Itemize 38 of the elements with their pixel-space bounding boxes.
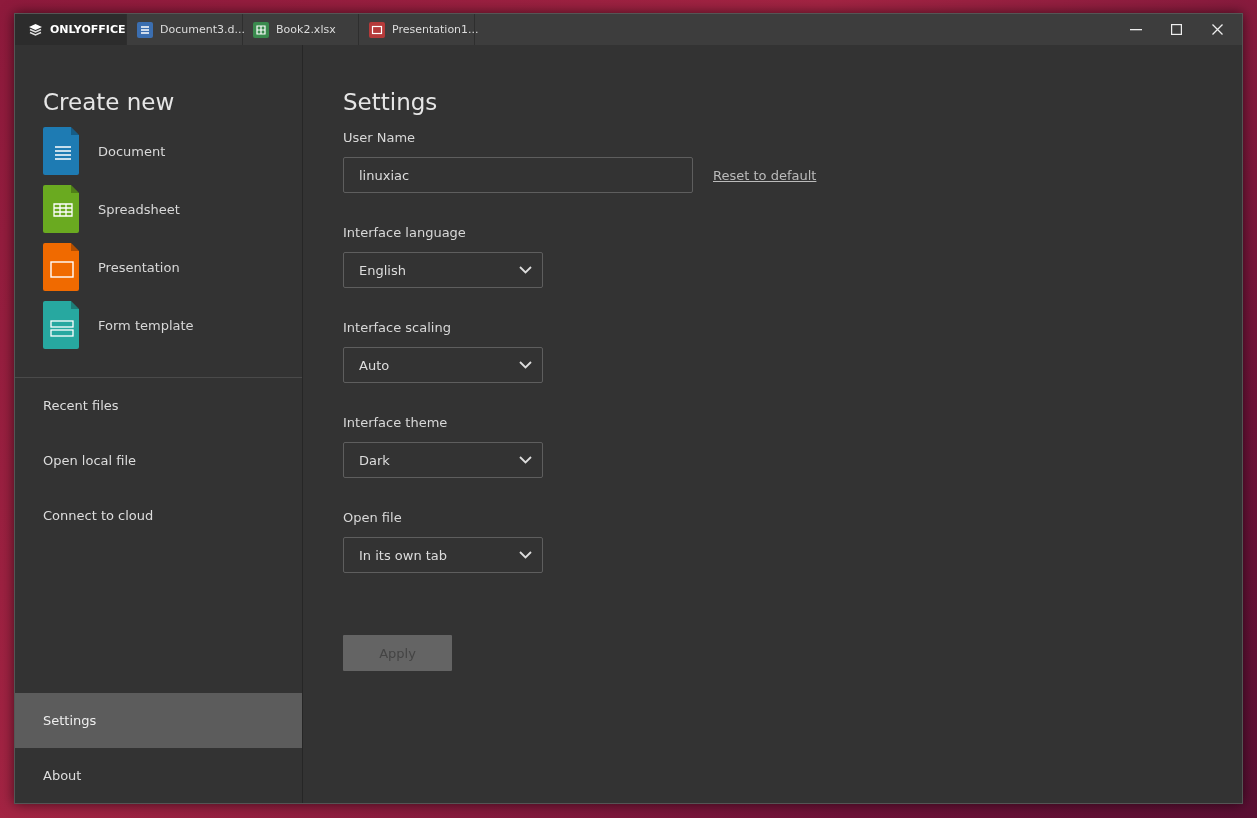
document-file-icon	[43, 127, 79, 175]
presentation-file-icon	[43, 243, 79, 291]
spreadsheet-file-icon	[43, 185, 79, 233]
field-label: Interface scaling	[343, 320, 452, 335]
create-item[interactable]: Document	[98, 143, 166, 159]
presentation-icon	[369, 21, 385, 38]
nav-item[interactable]: Settings	[15, 693, 302, 748]
close-icon	[1212, 24, 1223, 35]
field-label: Open file	[343, 510, 403, 525]
user-name-field[interactable]: linuxiac	[343, 157, 693, 193]
dropdown[interactable]: In its own tab	[343, 537, 543, 573]
minimize-icon	[1129, 28, 1142, 31]
layers-logo-icon	[28, 22, 43, 37]
chevron-down-icon	[519, 551, 532, 559]
dropdown[interactable]: Dark	[343, 442, 543, 478]
create-item[interactable]: Form template	[98, 317, 194, 333]
settings-heading: Settings	[343, 89, 439, 115]
chevron-down-icon	[519, 456, 532, 464]
nav-item[interactable]: Recent files	[15, 378, 302, 433]
field-label: Interface language	[343, 225, 467, 240]
section-heading: Create new	[43, 89, 176, 115]
chevron-down-icon	[519, 266, 532, 274]
create-item[interactable]: Spreadsheet	[98, 201, 180, 217]
dropdown[interactable]: English	[343, 252, 543, 288]
maximize-icon	[1171, 24, 1182, 35]
create-item[interactable]: Presentation	[98, 259, 180, 275]
document-icon	[137, 21, 153, 38]
nav-item[interactable]: Connect to cloud	[15, 488, 302, 543]
nav-item[interactable]: About	[15, 748, 302, 803]
form-file-icon	[43, 301, 79, 349]
field-label: Interface theme	[343, 415, 449, 430]
nav-item[interactable]: Open local file	[15, 433, 302, 488]
dropdown[interactable]: Auto	[343, 347, 543, 383]
home-tab[interactable]: ONLYOFFICE	[15, 14, 127, 45]
spreadsheet-icon	[253, 21, 269, 38]
field-label: User Name	[343, 130, 417, 145]
chevron-down-icon	[519, 361, 532, 369]
reset-link[interactable]: Reset to default	[713, 167, 817, 183]
